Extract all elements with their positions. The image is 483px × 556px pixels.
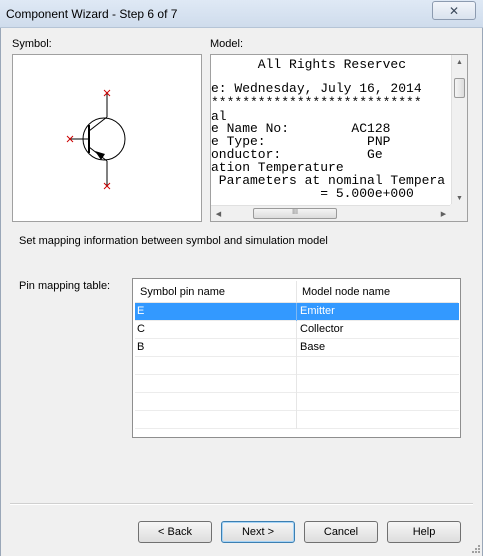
model-label: Model: [210,38,244,50]
cancel-button[interactable]: Cancel [304,521,378,543]
instruction-text: Set mapping information between symbol a… [19,235,328,247]
empty-cell [135,357,297,375]
title-bar: Component Wizard - Step 6 of 7 ✕ [0,0,483,28]
empty-table-row [135,357,459,375]
column-header-symbol-pin[interactable]: Symbol pin name [135,281,297,303]
pnp-transistor-icon [66,89,126,190]
close-button[interactable]: ✕ [432,1,476,20]
close-icon: ✕ [448,3,460,18]
symbol-pin-cell[interactable]: C [135,321,297,339]
table-row[interactable]: E Emitter [135,303,459,321]
symbol-pin-cell[interactable]: E [135,303,297,321]
model-node-cell[interactable]: Base [297,339,459,357]
vertical-scroll-thumb[interactable] [454,78,465,98]
window-frame-left [0,28,1,556]
help-button[interactable]: Help [387,521,461,543]
pin-mapping-label: Pin mapping table: [19,280,111,292]
window-title: Component Wizard - Step 6 of 7 [6,7,178,21]
empty-cell [135,375,297,393]
empty-cell [135,393,297,411]
model-line: All Rights Reservec [211,57,407,72]
resize-grip-icon[interactable] [470,543,480,553]
model-text-viewer[interactable]: All Rights Reservec e: Wednesday, July 1… [210,54,468,222]
horizontal-scroll-thumb[interactable]: III [253,208,337,219]
scroll-up-icon[interactable]: ▲ [452,55,467,70]
vertical-scrollbar[interactable]: ▲ ▼ [451,55,467,206]
empty-table-row [135,393,459,411]
empty-table-row [135,375,459,393]
footer-separator [10,503,473,505]
scroll-corner [450,204,467,221]
column-header-model-node[interactable]: Model node name [297,281,458,303]
model-line: *************************** [211,95,422,110]
model-line: e: Wednesday, July 16, 2014 [211,81,422,96]
horizontal-scrollbar[interactable]: ◀ III ▶ [211,205,451,221]
symbol-label: Symbol: [12,38,52,50]
back-button[interactable]: < Back [138,521,212,543]
pin-mapping-table[interactable]: Symbol pin name Model node name E Emitte… [132,278,461,438]
next-button[interactable]: Next > [221,521,295,543]
model-node-cell[interactable]: Collector [297,321,459,339]
table-row[interactable]: B Base [135,339,459,357]
table-row[interactable]: C Collector [135,321,459,339]
symbol-pin-cell[interactable]: B [135,339,297,357]
model-text: All Rights Reservec e: Wednesday, July 1… [211,55,452,202]
empty-table-row [135,411,459,429]
model-line: = 5.000e+000 [211,186,414,201]
model-node-cell[interactable]: Emitter [297,303,459,321]
scroll-left-icon[interactable]: ◀ [211,206,226,221]
empty-cell [135,411,297,429]
symbol-preview [12,54,202,222]
scroll-right-icon[interactable]: ▶ [436,206,451,221]
